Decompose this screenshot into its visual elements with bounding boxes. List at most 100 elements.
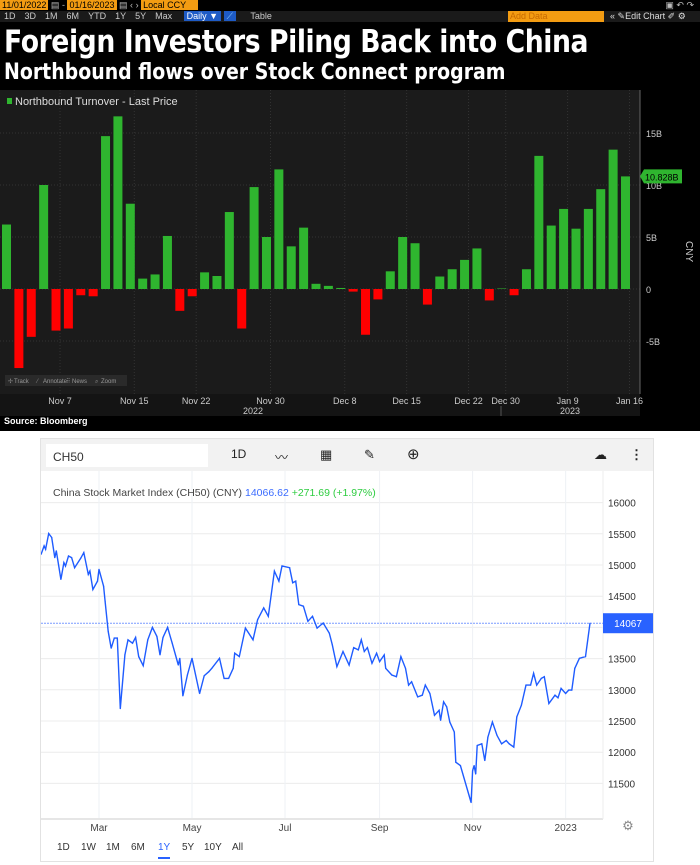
- refresh-icon[interactable]: ▣: [665, 0, 674, 10]
- bar[interactable]: [138, 278, 148, 289]
- tool-icon-news[interactable]: ⠿: [66, 378, 70, 385]
- bar[interactable]: [286, 246, 296, 289]
- tool-icon-zoom[interactable]: ⌕: [95, 379, 98, 385]
- period-1m[interactable]: 1M: [45, 11, 58, 21]
- range-all[interactable]: All: [232, 842, 243, 853]
- start-date-field[interactable]: 11/01/2022: [0, 0, 49, 10]
- northbound-bar-chart[interactable]: Nov 7 Nov 15 Nov 22 Nov 30 Dec 8 Dec 15 Dec 22…: [0, 88, 700, 416]
- range-1d[interactable]: 1D: [57, 842, 70, 853]
- bar[interactable]: [162, 235, 172, 289]
- edit-chart-button[interactable]: Edit Chart: [625, 11, 665, 21]
- period-ytd[interactable]: YTD: [88, 11, 106, 21]
- gear-icon[interactable]: ⚙: [678, 11, 686, 21]
- range-5y[interactable]: 5Y: [182, 842, 194, 853]
- edit-icon[interactable]: ✐: [668, 11, 676, 21]
- bar[interactable]: [509, 289, 519, 296]
- bar[interactable]: [608, 149, 618, 289]
- bar[interactable]: [299, 227, 309, 289]
- bar[interactable]: [14, 289, 24, 369]
- bar[interactable]: [546, 225, 556, 289]
- bar[interactable]: [26, 289, 36, 337]
- bar[interactable]: [583, 208, 593, 289]
- tool-track[interactable]: Track: [14, 379, 30, 385]
- bar[interactable]: [472, 248, 482, 289]
- calendar-icon[interactable]: ▤: [119, 0, 128, 10]
- bar[interactable]: [559, 208, 569, 289]
- tool-icon-track[interactable]: ✢: [8, 378, 13, 385]
- bar[interactable]: [101, 136, 111, 289]
- period-6m[interactable]: 6M: [67, 11, 80, 21]
- bar[interactable]: [336, 287, 346, 289]
- bar[interactable]: [484, 289, 494, 301]
- redo-icon[interactable]: ↷: [686, 0, 694, 10]
- bar[interactable]: [348, 289, 358, 292]
- bar[interactable]: [596, 189, 606, 289]
- bar[interactable]: [237, 289, 247, 329]
- table-button[interactable]: Table: [250, 11, 272, 21]
- frequency-select[interactable]: Daily ▼: [183, 11, 222, 21]
- range-1w[interactable]: 1W: [81, 842, 96, 853]
- bar[interactable]: [323, 285, 333, 289]
- bar[interactable]: [534, 155, 544, 289]
- calendar-icon[interactable]: ▦: [320, 447, 332, 463]
- period-5y[interactable]: 5Y: [135, 11, 146, 21]
- more-options-icon[interactable]: ⋮: [630, 447, 643, 463]
- bar[interactable]: [39, 185, 49, 289]
- end-date-field[interactable]: 01/16/2023: [67, 0, 117, 10]
- bar[interactable]: [88, 289, 98, 297]
- settings-gear-icon[interactable]: ⚙: [622, 818, 634, 833]
- bar[interactable]: [224, 212, 234, 289]
- bar[interactable]: [621, 176, 630, 289]
- price-line[interactable]: [41, 531, 591, 803]
- tool-news[interactable]: News: [72, 379, 87, 385]
- bar[interactable]: [460, 259, 470, 289]
- next-icon[interactable]: ›: [136, 0, 139, 10]
- range-1y[interactable]: 1Y: [158, 842, 171, 859]
- range-10y[interactable]: 10Y: [204, 842, 222, 853]
- bar[interactable]: [571, 228, 581, 289]
- bar[interactable]: [76, 289, 86, 296]
- currency-select[interactable]: Local CCY: [141, 0, 199, 10]
- add-indicator-icon[interactable]: ⊕: [407, 445, 420, 463]
- tool-annotate[interactable]: Annotate: [43, 379, 68, 385]
- add-data-input[interactable]: Add Data: [508, 11, 604, 22]
- draw-pencil-icon[interactable]: ✎: [364, 447, 375, 463]
- bar[interactable]: [200, 272, 210, 289]
- period-3d[interactable]: 3D: [25, 11, 37, 21]
- chart-type-icon[interactable]: 〰: [275, 447, 288, 466]
- range-6m[interactable]: 6M: [131, 842, 145, 853]
- bar[interactable]: [435, 276, 445, 289]
- bar[interactable]: [2, 224, 11, 289]
- bar[interactable]: [398, 237, 408, 289]
- collapse-icon[interactable]: «: [610, 11, 615, 21]
- range-1m[interactable]: 1M: [106, 842, 120, 853]
- bar[interactable]: [51, 289, 61, 331]
- bar[interactable]: [63, 289, 73, 329]
- bar[interactable]: [261, 237, 271, 289]
- symbol-input[interactable]: CH50: [46, 444, 208, 467]
- period-1d[interactable]: 1D: [4, 11, 16, 21]
- period-1y[interactable]: 1Y: [115, 11, 126, 21]
- tool-zoom[interactable]: Zoom: [101, 379, 116, 385]
- bar[interactable]: [361, 289, 371, 335]
- bar[interactable]: [113, 116, 123, 289]
- prev-icon[interactable]: ‹: [130, 0, 133, 10]
- ch50-line-chart[interactable]: 11500 12000 12500 13000 13500 14500 15000 15500…: [41, 471, 653, 841]
- bar[interactable]: [175, 289, 185, 311]
- bar[interactable]: [150, 274, 160, 289]
- bar[interactable]: [274, 169, 284, 289]
- bar[interactable]: [497, 288, 507, 289]
- undo-icon[interactable]: ↶: [676, 0, 684, 10]
- bar[interactable]: [373, 289, 383, 300]
- bar[interactable]: [187, 289, 197, 297]
- download-cloud-icon[interactable]: ☁: [594, 447, 607, 463]
- bar[interactable]: [311, 283, 321, 289]
- line-chart-icon[interactable]: ⟋: [223, 11, 236, 21]
- bar[interactable]: [447, 269, 457, 289]
- bar[interactable]: [422, 289, 432, 305]
- bar[interactable]: [212, 276, 222, 289]
- calendar-icon[interactable]: ▤: [51, 0, 60, 10]
- interval-button[interactable]: 1D: [231, 447, 246, 461]
- period-max[interactable]: Max: [155, 11, 172, 21]
- bar[interactable]: [385, 271, 395, 289]
